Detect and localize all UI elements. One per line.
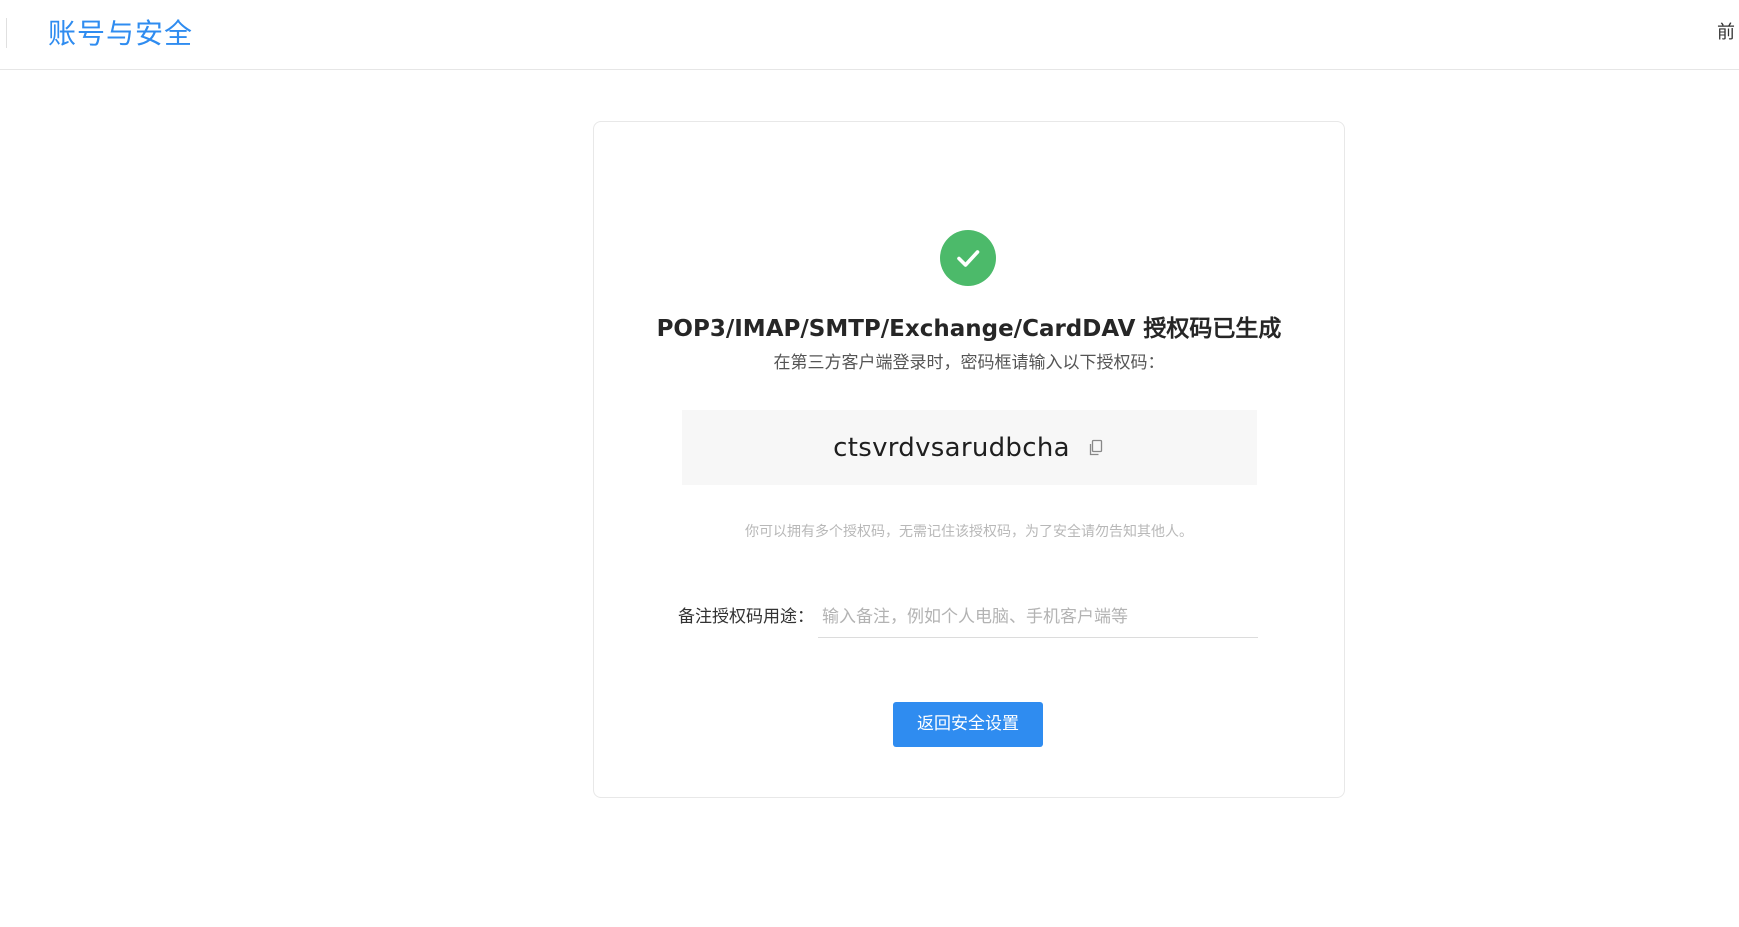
card-title: POP3/IMAP/SMTP/Exchange/CardDAV 授权码已生成: [656, 316, 1282, 342]
auth-code-card: POP3/IMAP/SMTP/Exchange/CardDAV 授权码已生成 在…: [593, 121, 1345, 798]
card-subtitle: 在第三方客户端登录时，密码框请输入以下授权码：: [773, 353, 1165, 373]
header-right-text[interactable]: 前: [1717, 20, 1739, 46]
top-bar: 账号与安全 前: [0, 0, 1739, 70]
page-title: 账号与安全: [48, 17, 194, 50]
header-divider: [6, 18, 7, 48]
check-circle-icon: [940, 230, 996, 286]
hint-text: 你可以拥有多个授权码，无需记住该授权码，为了安全请勿告知其他人。: [745, 524, 1193, 540]
back-to-security-button[interactable]: 返回安全设置: [893, 702, 1043, 747]
auth-code-value[interactable]: ctsvrdvsarudbcha: [833, 433, 1070, 463]
remark-input[interactable]: [818, 596, 1258, 638]
copy-icon[interactable]: [1086, 438, 1106, 458]
remark-row: 备注授权码用途：: [678, 592, 1258, 640]
auth-code-box: ctsvrdvsarudbcha: [682, 410, 1257, 485]
remark-label: 备注授权码用途：: [678, 607, 814, 627]
